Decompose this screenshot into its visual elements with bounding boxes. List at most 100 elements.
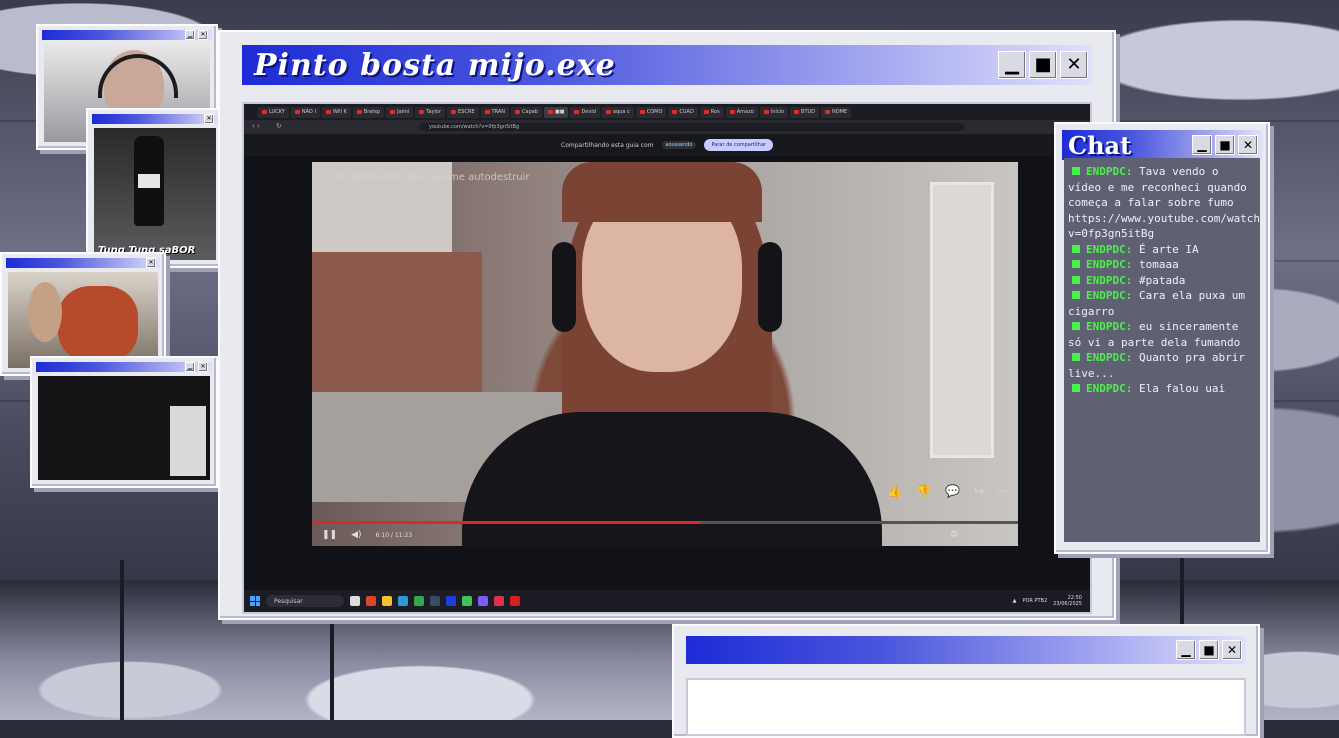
discord-icon[interactable] (478, 596, 488, 606)
browser-tab[interactable]: Taylor (415, 106, 446, 118)
volume-icon[interactable]: ◀) (351, 530, 361, 540)
close-icon[interactable]: ✕ (204, 114, 214, 124)
reload-icon[interactable]: ↻ (276, 122, 282, 130)
back-icon[interactable]: ‹ › (252, 122, 260, 130)
browser-tab[interactable]: COMO (635, 106, 667, 118)
photoshop-icon[interactable] (446, 596, 456, 606)
minimize-icon[interactable]: ▁ (185, 362, 195, 372)
settings-icon[interactable]: ⚙ (950, 530, 958, 540)
taskbar-search[interactable]: Pesquisar (266, 595, 344, 607)
chat-message: ENDPDC: Tava vendo o vídeo e me reconhec… (1068, 165, 1260, 240)
like-icon[interactable]: 👍 (887, 484, 902, 498)
more-icon[interactable]: ⋯ (998, 484, 1010, 498)
chat-message: ENDPDC: Ela falou uai (1068, 381, 1256, 397)
chrome-icon[interactable] (414, 596, 424, 606)
chat-messages: ENDPDC: Tava vendo o vídeo e me reconhec… (1064, 158, 1260, 542)
empty-window-content (686, 678, 1246, 736)
dislike-icon[interactable]: 👎 (916, 484, 931, 498)
pause-icon[interactable]: ❚❚ (322, 530, 337, 540)
maximize-button[interactable]: ■ (1215, 135, 1235, 155)
close-icon[interactable]: ✕ (198, 362, 208, 372)
browser-tab[interactable]: LUCKY (258, 106, 289, 118)
browser-tab[interactable]: Capab (511, 106, 542, 118)
url-field[interactable]: youtube.com/watch?v=0fp3gn5itBg (419, 123, 964, 131)
minimize-button[interactable]: ▁ (1176, 640, 1196, 660)
empty-window[interactable]: ▁ ■ ✕ (672, 624, 1260, 738)
address-bar-row: ‹ › ↻ youtube.com/watch?v=0fp3gn5itBg (244, 120, 1090, 134)
share-target-chip[interactable]: aoussendo (661, 141, 697, 149)
video-controls: ❚❚ ◀) 6:10 / 11:23 ⚙ (312, 524, 1018, 546)
chat-title: Chat (1068, 130, 1132, 160)
browser-tab[interactable]: aqua c (601, 106, 634, 118)
browser-tab[interactable]: TRAN (480, 106, 510, 118)
comment-icon[interactable]: 💬 (945, 484, 960, 498)
browser-tab[interactable]: CUAD (668, 106, 698, 118)
edge-icon[interactable] (398, 596, 408, 606)
chat-window[interactable]: Chat ▁ ■ ✕ ENDPDC: Tava vendo o vídeo e … (1054, 122, 1270, 554)
webcam-window-2[interactable]: ✕ Tung Tung saBOR (86, 108, 224, 268)
chat-user-icon (1072, 322, 1080, 330)
video-actions: 👍 👎 💬 ↪ ⋯ (887, 484, 1010, 498)
browser-tab[interactable]: NÃO I (290, 106, 320, 118)
headphones (552, 242, 576, 332)
browser-tab[interactable]: Devid (570, 106, 600, 118)
folder-icon[interactable] (382, 596, 392, 606)
steam-icon[interactable] (430, 596, 440, 606)
close-icon[interactable]: ✕ (146, 258, 156, 268)
chat-user-icon (1072, 384, 1080, 392)
file-icon[interactable] (350, 596, 360, 606)
desktop-screen: LUCKY NÃO I Will K Bratsp Jaimi Taylor E… (242, 102, 1092, 614)
chat-user-icon (1072, 167, 1080, 175)
browser-tab[interactable]: NOME (821, 106, 852, 118)
clock[interactable]: 22:50 23/06/2025 (1053, 595, 1082, 607)
close-button[interactable]: ✕ (1222, 640, 1242, 660)
close-button[interactable]: ✕ (1238, 135, 1258, 155)
webcam-feed (38, 376, 210, 480)
share-icon[interactable]: ↪ (974, 484, 984, 498)
video-caption: me destraindo pro não me autodestruir (332, 172, 530, 183)
maximize-button[interactable]: ■ (1029, 51, 1057, 79)
app-icon[interactable] (510, 596, 520, 606)
browser-tab[interactable]: ESCRE (447, 106, 479, 118)
wifi-icon[interactable]: ▲ (1013, 598, 1017, 604)
webcam-feed: Tung Tung saBOR (94, 128, 216, 260)
chat-message: ENDPDC: Cara ela puxa um cigarro (1068, 289, 1245, 318)
app-icon[interactable] (494, 596, 504, 606)
minimize-button[interactable]: ▁ (1192, 135, 1212, 155)
lang-indicator[interactable]: POR PTB2 (1022, 598, 1047, 604)
video-player[interactable]: me destraindo pro não me autodestruir 👍 … (312, 162, 1018, 546)
chat-user-icon (1072, 244, 1080, 253)
close-button[interactable]: ✕ (1060, 51, 1088, 79)
webcam-window-4[interactable]: ▁ ✕ (30, 356, 218, 488)
chat-title-bar[interactable]: Chat ▁ ■ ✕ (1062, 130, 1262, 160)
webcam-feed (8, 272, 158, 368)
close-icon[interactable]: ✕ (198, 30, 208, 40)
browser-tab[interactable]: BTUD (790, 106, 820, 118)
minimize-button[interactable]: ▁ (998, 51, 1026, 79)
browser-tab-active[interactable]: ■■ (543, 106, 569, 118)
chat-user-icon (1072, 353, 1080, 361)
maximize-button[interactable]: ■ (1199, 640, 1219, 660)
main-window[interactable]: Pinto bosta mijo.exe ▁ ■ ✕ LUCKY NÃO I W… (218, 30, 1116, 620)
windows-taskbar: Pesquisar ▲ POR PTB2 22:50 23/06/2025 (244, 590, 1090, 612)
chat-message: ENDPDC: É arte IA (1068, 242, 1256, 258)
clock-date: 23/06/2025 (1053, 601, 1082, 607)
browser-tab[interactable]: Bratsp (352, 106, 385, 118)
app-icon[interactable] (462, 596, 472, 606)
system-tray: ▲ POR PTB2 22:50 23/06/2025 (1013, 595, 1090, 607)
chat-user-icon (1072, 260, 1080, 268)
chat-message: ENDPDC: #patada (1068, 273, 1256, 289)
browser-tab[interactable]: Ros (699, 106, 724, 118)
browser-tab[interactable]: Início (759, 106, 789, 118)
windows-start-icon[interactable] (250, 596, 260, 606)
chat-message: ENDPDC: Quanto pra abrir live... (1068, 351, 1245, 380)
stop-sharing-button[interactable]: Parar de compartilhar (704, 139, 773, 151)
browser-tab[interactable]: Amazo (725, 106, 758, 118)
minimize-icon[interactable]: ▁ (185, 30, 195, 40)
browser-tab[interactable]: Jaimi (386, 106, 414, 118)
main-title-bar[interactable]: Pinto bosta mijo.exe ▁ ■ ✕ (242, 45, 1092, 85)
tab-sharing-bar: Compartilhando esta guia com aoussendo P… (244, 134, 1090, 156)
brave-icon[interactable] (366, 596, 376, 606)
empty-window-title-bar[interactable]: ▁ ■ ✕ (686, 636, 1246, 664)
browser-tab[interactable]: Will K (321, 106, 351, 118)
